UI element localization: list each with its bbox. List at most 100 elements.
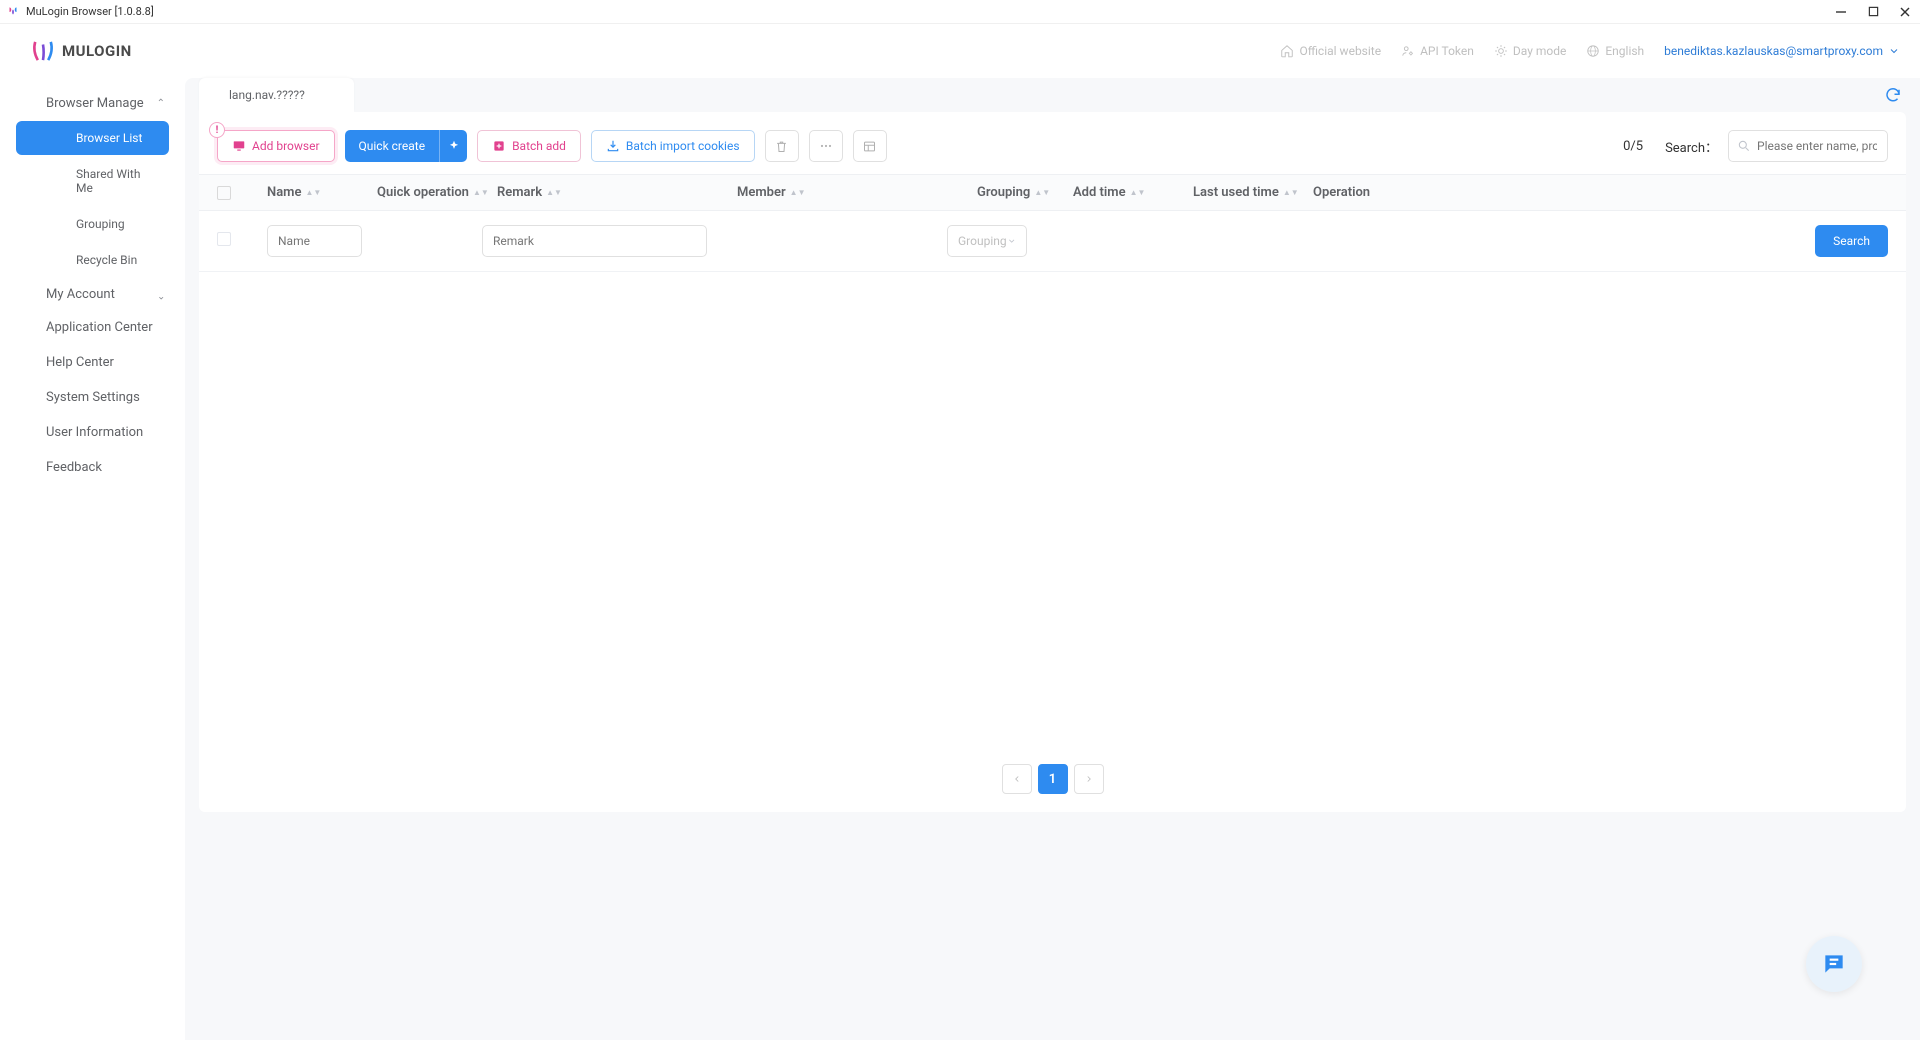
sort-icon: ▲▼ bbox=[546, 190, 562, 195]
col-operation: Operation bbox=[1313, 185, 1888, 200]
sort-icon: ▲▼ bbox=[1283, 190, 1299, 195]
profile-count: 0/5 bbox=[1623, 139, 1643, 154]
columns-button[interactable] bbox=[853, 130, 887, 162]
nav-item-recycle[interactable]: Recycle Bin bbox=[16, 243, 169, 277]
tab-browser-list[interactable]: lang.nav.????? bbox=[199, 78, 354, 112]
maximize-button[interactable] bbox=[1866, 5, 1880, 19]
col-name[interactable]: Name ▲▼ bbox=[267, 185, 377, 200]
col-grouping[interactable]: Grouping▲▼ bbox=[977, 185, 1073, 200]
add-browser-button[interactable]: Add browser bbox=[217, 130, 335, 162]
nav-item-shared[interactable]: Shared With Me bbox=[16, 157, 169, 205]
user-email: benediktas.kazlauskas@smartproxy.com bbox=[1664, 44, 1883, 58]
batch-add-button[interactable]: Batch add bbox=[477, 130, 581, 162]
search-input[interactable] bbox=[1728, 130, 1888, 162]
close-button[interactable] bbox=[1898, 5, 1912, 19]
main-container: Browser Manage ⌃ Browser List Shared Wit… bbox=[0, 78, 1920, 1040]
select-all-checkbox[interactable] bbox=[217, 186, 231, 200]
filter-grouping-placeholder: Grouping bbox=[958, 234, 1007, 248]
nav-item-label: Shared With Me bbox=[76, 167, 140, 195]
filter-name-input[interactable] bbox=[267, 225, 362, 257]
quick-create-label: Quick create bbox=[345, 130, 440, 162]
user-account-dropdown[interactable]: benediktas.kazlauskas@smartproxy.com bbox=[1664, 44, 1900, 58]
nav-item-help-center[interactable]: Help Center bbox=[0, 345, 185, 380]
col-remark[interactable]: Remark▲▼ bbox=[497, 185, 737, 200]
official-website-label: Official website bbox=[1299, 44, 1381, 58]
col-label: Last used time bbox=[1193, 185, 1279, 200]
chevron-down-icon: ⌃ bbox=[157, 289, 165, 300]
search-icon bbox=[1737, 139, 1751, 153]
nav-item-label: User Information bbox=[46, 425, 143, 440]
delete-button[interactable] bbox=[765, 130, 799, 162]
more-actions-button[interactable] bbox=[809, 130, 843, 162]
minimize-button[interactable] bbox=[1834, 5, 1848, 19]
chevron-right-icon bbox=[1084, 774, 1094, 784]
sun-icon bbox=[1494, 44, 1508, 58]
filter-checkbox-cell bbox=[217, 232, 267, 250]
search-input-wrap bbox=[1728, 130, 1888, 162]
nav-item-label: Browser List bbox=[76, 131, 142, 145]
quick-create-button[interactable]: Quick create bbox=[345, 130, 468, 162]
nav-item-user-info[interactable]: User Information bbox=[0, 415, 185, 450]
globe-icon bbox=[1586, 44, 1600, 58]
search-label: Search： bbox=[1665, 137, 1718, 156]
tab-label: lang.nav.????? bbox=[229, 88, 305, 102]
col-add-time[interactable]: Add time ▲▼ bbox=[1073, 185, 1193, 200]
sort-icon: ▲▼ bbox=[1130, 190, 1146, 195]
col-checkbox bbox=[217, 186, 267, 200]
nav-item-feedback[interactable]: Feedback bbox=[0, 450, 185, 485]
mulogin-logo-icon bbox=[30, 38, 56, 64]
sort-icon: ▲▼ bbox=[473, 190, 489, 195]
nav-item-label: Application Center bbox=[46, 320, 153, 335]
col-label: Quick operation bbox=[377, 185, 469, 200]
nav-item-label: Recycle Bin bbox=[76, 253, 137, 267]
user-gear-icon bbox=[1401, 44, 1415, 58]
refresh-button[interactable] bbox=[1884, 86, 1902, 104]
sort-icon: ▲▼ bbox=[305, 190, 321, 195]
filter-remark-input[interactable] bbox=[482, 225, 707, 257]
header-links: Official website API Token Day mode Engl… bbox=[1280, 44, 1900, 58]
col-quick-operation[interactable]: Quick operation ▲▼ bbox=[377, 185, 497, 200]
nav-group-label: Browser Manage bbox=[46, 96, 144, 111]
pagination: 1 bbox=[199, 764, 1906, 794]
batch-add-label: Batch add bbox=[512, 139, 566, 153]
nav-item-system-settings[interactable]: System Settings bbox=[0, 380, 185, 415]
filter-search-button[interactable]: Search bbox=[1815, 225, 1888, 257]
language-label: English bbox=[1605, 44, 1644, 58]
nav-item-label: Feedback bbox=[46, 460, 102, 475]
hint-badge-icon: ! bbox=[209, 122, 225, 138]
nav-item-browser-list[interactable]: Browser List bbox=[16, 121, 169, 155]
col-member[interactable]: Member▲▼ bbox=[737, 185, 977, 200]
page-prev-button[interactable] bbox=[1002, 764, 1032, 794]
official-website-link[interactable]: Official website bbox=[1280, 44, 1381, 58]
col-last-used[interactable]: Last used time ▲▼ bbox=[1193, 185, 1313, 200]
filter-grouping-select[interactable]: Grouping bbox=[947, 225, 1027, 257]
chevron-down-icon bbox=[1007, 236, 1016, 246]
language-selector[interactable]: English bbox=[1586, 44, 1644, 58]
page-next-button[interactable] bbox=[1074, 764, 1104, 794]
day-mode-toggle[interactable]: Day mode bbox=[1494, 44, 1566, 58]
app-logo-small-icon bbox=[6, 5, 20, 19]
page-1-button[interactable]: 1 bbox=[1038, 764, 1068, 794]
col-label: Name bbox=[267, 185, 301, 200]
chat-icon bbox=[1821, 951, 1847, 977]
api-token-link[interactable]: API Token bbox=[1401, 44, 1474, 58]
chat-fab-button[interactable] bbox=[1806, 936, 1862, 992]
nav-item-app-center[interactable]: Application Center bbox=[0, 310, 185, 345]
sort-icon: ▲▼ bbox=[790, 190, 806, 195]
nav-item-grouping[interactable]: Grouping bbox=[16, 207, 169, 241]
brand-logo: MULOGIN bbox=[30, 38, 132, 64]
filter-row: Grouping Search bbox=[199, 211, 1906, 272]
monitor-plus-icon bbox=[232, 139, 246, 153]
nav-item-label: System Settings bbox=[46, 390, 140, 405]
filter-row-checkbox[interactable] bbox=[217, 232, 231, 246]
nav-group-my-account[interactable]: My Account ⌃ bbox=[0, 279, 185, 310]
batch-import-button[interactable]: Batch import cookies bbox=[591, 130, 755, 162]
nav-group-browser-manage[interactable]: Browser Manage ⌃ bbox=[0, 88, 185, 119]
col-label: Add time bbox=[1073, 185, 1126, 200]
toolbar: ! Add browser Quick create Batch add bbox=[199, 112, 1906, 174]
import-icon bbox=[606, 139, 620, 153]
api-token-label: API Token bbox=[1420, 44, 1474, 58]
content-panel: ! Add browser Quick create Batch add bbox=[199, 112, 1906, 812]
sidebar-nav: Browser Manage ⌃ Browser List Shared Wit… bbox=[0, 78, 185, 1040]
quick-create-dropdown[interactable] bbox=[439, 130, 467, 162]
